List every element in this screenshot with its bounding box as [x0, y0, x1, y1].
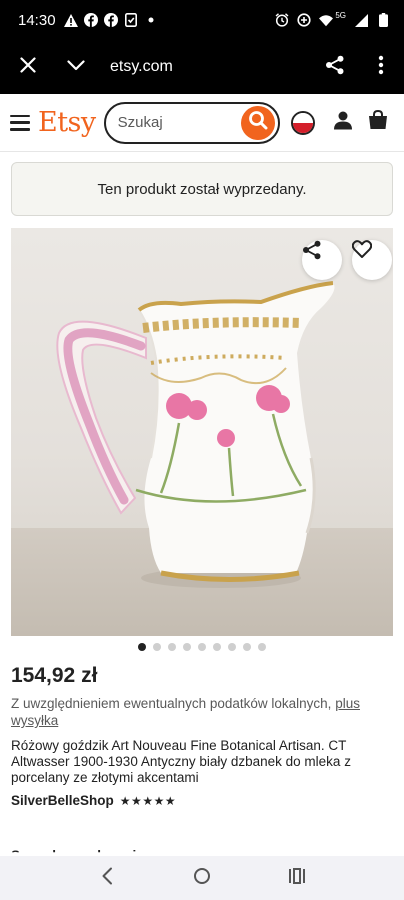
browser-toolbar: etsy.com — [0, 40, 404, 94]
dot-icon — [144, 13, 158, 27]
signal-icon — [354, 13, 368, 27]
battery-icon — [376, 13, 390, 27]
system-navigation-bar — [0, 856, 404, 900]
shop-name-link[interactable]: SilverBelleShop — [11, 793, 114, 808]
cart-button[interactable] — [367, 109, 389, 135]
milk-jug-illustration — [56, 281, 335, 588]
carousel-dot[interactable] — [168, 643, 176, 651]
carousel-dot[interactable] — [198, 643, 206, 651]
carousel-dot[interactable] — [213, 643, 221, 651]
search-input[interactable]: Szukaj — [103, 101, 280, 144]
carousel-dot[interactable] — [228, 643, 236, 651]
product-price: 154,92 zł — [11, 664, 98, 687]
region-flag-icon[interactable] — [290, 110, 315, 135]
back-chevron-icon — [101, 867, 113, 890]
home-circle-icon — [193, 867, 211, 890]
url-display[interactable]: etsy.com — [96, 58, 312, 76]
recents-button[interactable] — [277, 858, 317, 898]
hamburger-menu-icon[interactable] — [10, 114, 30, 131]
rating-stars: ★★★★★ — [119, 793, 177, 808]
share-page-button[interactable] — [312, 40, 358, 94]
more-vert-icon — [378, 55, 384, 80]
alarm-icon — [275, 13, 289, 27]
network-type-label: 5G — [335, 10, 346, 20]
back-button[interactable] — [87, 858, 127, 898]
status-time: 14:30 — [18, 11, 56, 29]
search-placeholder: Szukaj — [117, 114, 163, 131]
carousel-dot[interactable] — [243, 643, 251, 651]
product-title: Różowy goździk Art Nouveau Fine Botanica… — [11, 738, 351, 785]
sold-out-banner: Ten produkt został wyprzedany. — [11, 162, 393, 216]
search-button[interactable] — [240, 105, 275, 140]
expand-toolbar-button[interactable] — [56, 40, 96, 94]
etsy-logo[interactable]: Etsy — [38, 107, 96, 138]
share-product-button[interactable] — [302, 240, 342, 280]
favorite-button[interactable] — [352, 240, 392, 280]
facebook-icon — [103, 13, 118, 27]
carousel-dot[interactable] — [153, 643, 161, 651]
carousel-dot[interactable] — [183, 643, 191, 651]
photo-carousel-dots — [0, 643, 404, 653]
recents-icon — [288, 867, 306, 889]
account-button[interactable] — [332, 110, 354, 135]
shopping-bag-icon — [368, 109, 388, 135]
sold-out-text: Ten produkt został wyprzedany. — [97, 180, 307, 198]
wifi-icon — [319, 13, 334, 27]
site-header: Etsy Szukaj — [0, 94, 404, 152]
carousel-dot[interactable] — [258, 643, 266, 651]
product-photo[interactable] — [11, 228, 393, 636]
shop-row: SilverBelleShop ★★★★★ — [11, 793, 176, 808]
user-icon — [333, 110, 353, 135]
close-icon — [20, 56, 36, 78]
save-notification-icon — [124, 13, 138, 27]
screen: 14:30 5G etsy.com Etsy Szukaj Ten produk… — [0, 0, 404, 900]
close-tab-button[interactable] — [0, 40, 56, 94]
home-button[interactable] — [182, 858, 222, 898]
search-icon — [248, 110, 268, 135]
carousel-dot[interactable] — [138, 643, 146, 651]
status-bar: 14:30 5G — [0, 0, 404, 40]
data-saver-icon — [297, 13, 311, 27]
chevron-down-icon — [67, 58, 85, 76]
facebook-icon — [83, 13, 98, 27]
share-icon — [325, 55, 345, 80]
tax-note: Z uwzględnieniem ewentualnych podatków l… — [11, 695, 391, 729]
tax-note-text: Z uwzględnieniem ewentualnych podatków l… — [11, 696, 332, 711]
warning-icon — [63, 13, 78, 27]
browser-menu-button[interactable] — [358, 40, 404, 94]
